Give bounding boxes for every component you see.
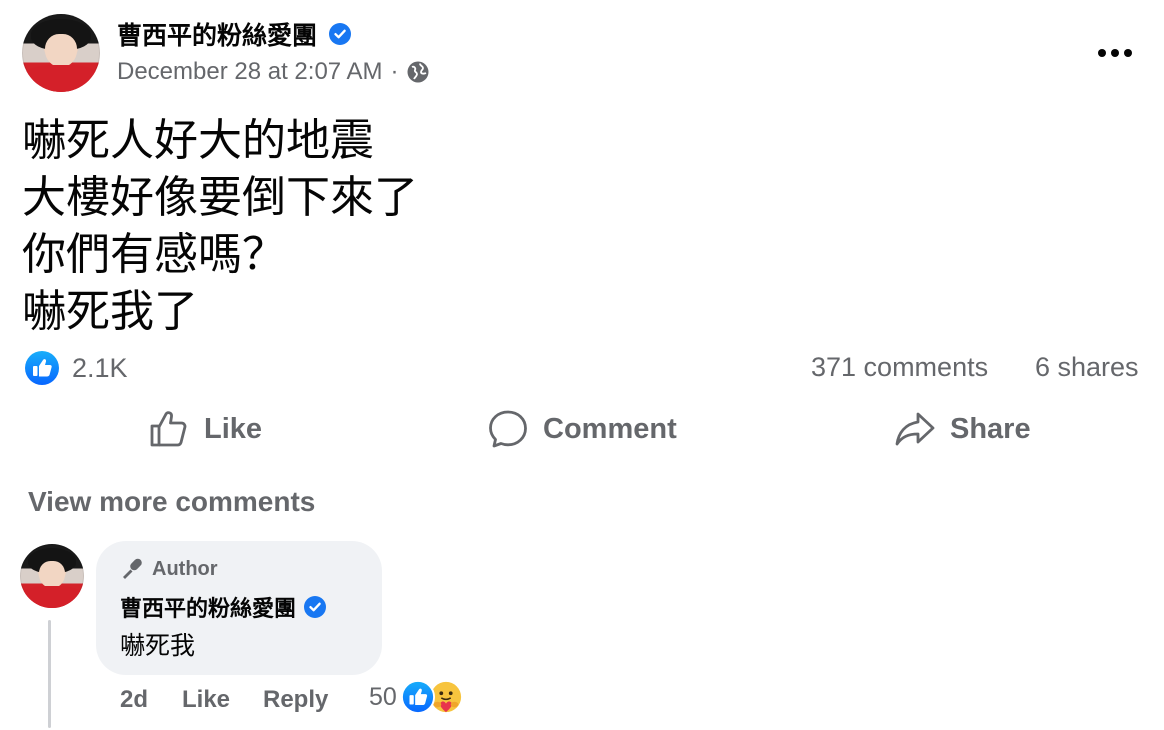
microphone-icon bbox=[120, 556, 146, 582]
verified-badge-icon bbox=[329, 23, 352, 45]
comment-author-avatar[interactable] bbox=[20, 544, 84, 608]
post-text-line: 大樓好像要倒下來了 bbox=[22, 172, 418, 223]
post-header-name-row: 曹西平的粉絲愛團 bbox=[117, 16, 352, 52]
meta-separator: · bbox=[390, 58, 399, 85]
like-button[interactable]: Like bbox=[148, 408, 262, 450]
globe-icon bbox=[406, 60, 430, 84]
shares-count[interactable]: 6 shares bbox=[1035, 352, 1139, 383]
author-badge-label: Author bbox=[152, 557, 218, 580]
comment-button-label: Comment bbox=[543, 412, 677, 445]
like-reaction-icon bbox=[400, 680, 435, 714]
comments-count[interactable]: 371 comments bbox=[811, 352, 988, 383]
author-badge: Author bbox=[120, 556, 218, 582]
post-meta-row: December 28 at 2:07 AM · bbox=[117, 58, 430, 86]
post-body: 嚇死人好大的地震 大樓好像要倒下來了 你們有感嗎？ 嚇死我了 bbox=[22, 112, 418, 340]
comment-reply-button[interactable]: Reply bbox=[263, 686, 328, 714]
comment-author-row: 曹西平的粉絲愛團 bbox=[120, 591, 327, 623]
share-button-label: Share bbox=[950, 412, 1031, 445]
post-text-line: 你們有感嗎？ bbox=[22, 229, 286, 280]
reaction-count: 2.1K bbox=[72, 352, 128, 383]
avatar-face bbox=[45, 34, 77, 68]
like-reaction-icon bbox=[24, 350, 60, 386]
comment-button[interactable]: Comment bbox=[487, 408, 677, 450]
avatar-coat bbox=[20, 586, 84, 608]
post-text-line: 嚇死我了 bbox=[22, 286, 198, 337]
more-options-icon[interactable] bbox=[1097, 28, 1133, 67]
post-author-name[interactable]: 曹西平的粉絲愛團 bbox=[117, 16, 317, 52]
post-timestamp[interactable]: December 28 at 2:07 AM bbox=[117, 58, 382, 86]
view-more-comments-link[interactable]: View more comments bbox=[28, 486, 315, 518]
avatar-face bbox=[39, 560, 65, 588]
post-text-line: 嚇死人好大的地震 bbox=[22, 115, 374, 166]
comment-like-button[interactable]: Like bbox=[182, 686, 230, 714]
thumbs-up-icon bbox=[148, 408, 190, 450]
like-button-label: Like bbox=[204, 412, 263, 445]
comment-reactions[interactable]: 50 bbox=[369, 680, 463, 714]
comment-reaction-count: 50 bbox=[369, 682, 397, 711]
comment-bubble-icon bbox=[487, 408, 529, 450]
comment-text: 嚇死我 bbox=[120, 631, 196, 660]
comment-age[interactable]: 2d bbox=[120, 686, 148, 714]
comment-author-name[interactable]: 曹西平的粉絲愛團 bbox=[120, 591, 296, 623]
share-arrow-icon bbox=[894, 408, 936, 450]
share-button[interactable]: Share bbox=[894, 408, 1031, 450]
reply-thread-line bbox=[48, 620, 51, 728]
reaction-summary[interactable]: 2.1K bbox=[24, 350, 128, 386]
verified-badge-icon bbox=[304, 596, 327, 618]
avatar-coat bbox=[22, 65, 100, 92]
post-author-avatar[interactable] bbox=[22, 14, 100, 92]
